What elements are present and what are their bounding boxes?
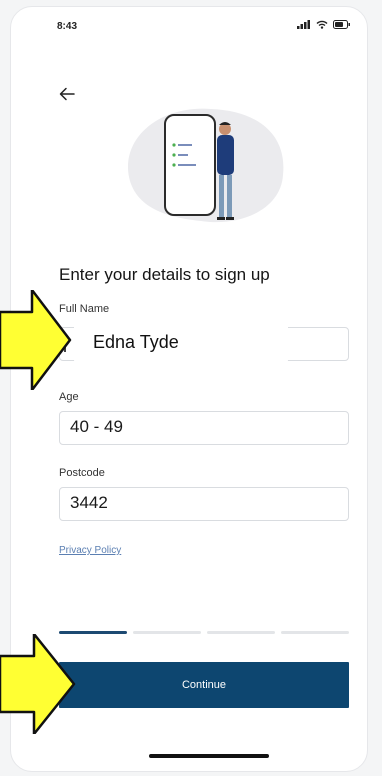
status-bar: 8:43: [11, 7, 367, 47]
progress-step-2: [133, 631, 201, 634]
page-title: Enter your details to sign up: [59, 265, 270, 284]
progress-step-4: [281, 631, 349, 634]
postcode-value: 3442: [70, 493, 108, 512]
callout-arrow-icon: [0, 634, 76, 734]
name-value-overlay: Edna Tyde: [74, 318, 288, 362]
home-indicator: [149, 754, 269, 758]
signal-icon: [297, 20, 310, 29]
progress-step-3: [207, 631, 275, 634]
age-label: Age: [59, 391, 79, 403]
postcode-field[interactable]: 3442: [59, 487, 349, 521]
continue-button[interactable]: Continue: [59, 662, 349, 708]
status-icons: [297, 20, 351, 29]
privacy-policy-link[interactable]: Privacy Policy: [59, 545, 121, 556]
battery-icon: [333, 20, 350, 29]
callout-arrow-icon: [0, 290, 72, 390]
full-name-value: Edna Tyde: [93, 332, 179, 352]
status-time: 8:43: [57, 21, 78, 32]
full-name-field[interactable]: Edna Tyde: [59, 318, 349, 362]
back-button[interactable]: [59, 87, 81, 109]
back-arrow-icon: [59, 87, 75, 101]
age-field[interactable]: 40 - 49: [59, 411, 349, 445]
wifi-icon: [316, 20, 328, 29]
postcode-label: Postcode: [59, 467, 105, 479]
step-progress-bar: [59, 631, 349, 635]
age-value: 40 - 49: [70, 417, 123, 436]
signup-illustration: [127, 108, 284, 223]
